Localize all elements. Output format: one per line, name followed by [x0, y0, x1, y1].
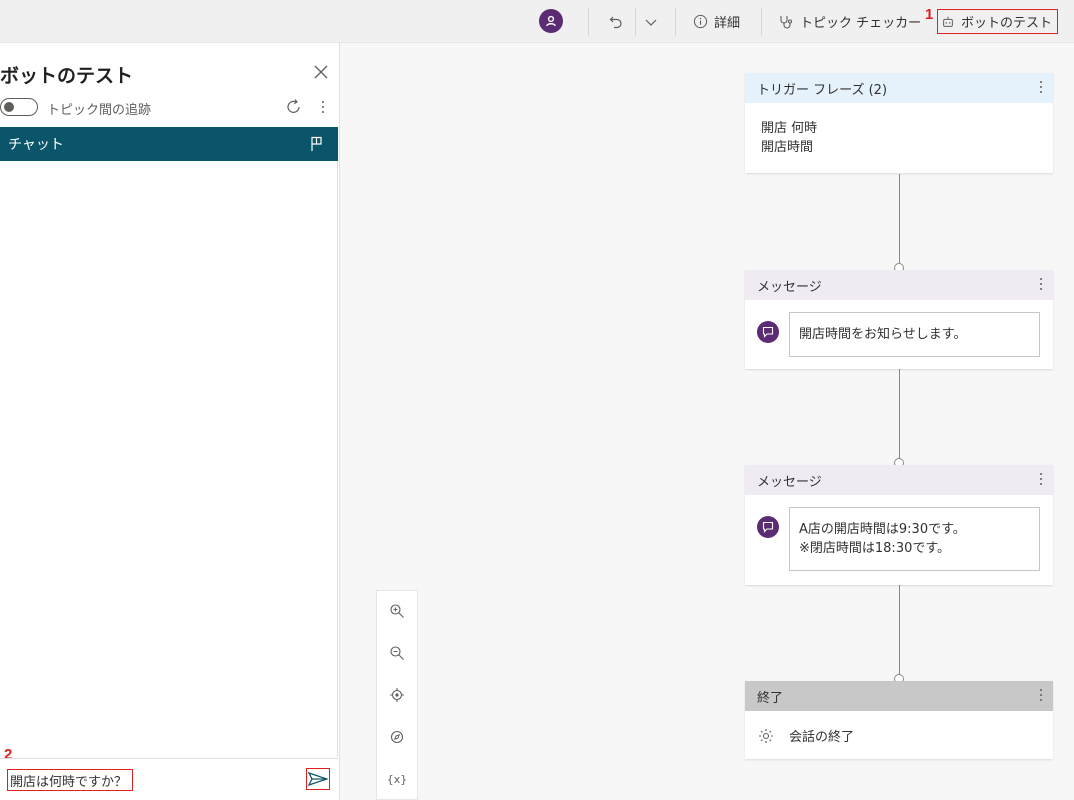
toggle-knob: [4, 102, 14, 112]
message-text-line: 開店時間をお知らせします。: [799, 327, 967, 342]
connector-line: [899, 585, 900, 679]
chat-message-input[interactable]: [7, 769, 133, 791]
trigger-phrases-node[interactable]: トリガー フレーズ (2) 開店 何時 開店時間: [745, 73, 1053, 173]
flag-icon[interactable]: [310, 136, 324, 152]
details-label: 詳細: [714, 16, 741, 31]
message-node-title: メッセージ: [757, 474, 822, 490]
chat-bubble-icon: [757, 321, 779, 343]
test-bot-label: ボットのテスト: [961, 16, 1053, 31]
top-toolbar: 詳細 トピック チェッカー 1 ボットのテスト: [0, 0, 1074, 43]
toolbar-divider: [761, 8, 762, 36]
info-icon: [693, 14, 708, 29]
message-node-title: メッセージ: [757, 279, 822, 295]
end-node-action: 会話の終了: [757, 726, 854, 745]
end-node-header: 終了: [745, 681, 1053, 711]
undo-dropdown-button[interactable]: [644, 0, 658, 43]
zoom-in-button[interactable]: [377, 591, 417, 631]
chat-tab-label: チャット: [8, 137, 64, 153]
zoom-out-button[interactable]: [377, 633, 417, 673]
user-avatar[interactable]: [539, 9, 563, 33]
more-options-icon[interactable]: [318, 99, 328, 115]
send-button[interactable]: [306, 768, 330, 790]
toolbar-divider: [675, 8, 676, 36]
message-node-header: メッセージ: [745, 465, 1053, 495]
connector-line: [899, 369, 900, 463]
chat-bubble-icon: [757, 516, 779, 538]
stethoscope-icon: [780, 15, 793, 28]
test-bot-button[interactable]: ボットのテスト: [941, 0, 1052, 43]
send-icon: [308, 772, 328, 786]
message-node[interactable]: メッセージ 開店時間をお知らせします。: [745, 270, 1053, 369]
target-icon: [390, 688, 404, 702]
canvas-zoom-controls: {x}: [376, 590, 418, 800]
compass-icon: [390, 730, 404, 744]
chevron-down-icon: [645, 19, 657, 26]
message-node[interactable]: メッセージ A店の開店時間は9:30です。 ※閉店時間は18:30です。: [745, 465, 1053, 585]
gear-icon: [759, 728, 773, 743]
message-text-line: A店の開店時間は9:30です。: [799, 522, 966, 537]
message-text-box[interactable]: 開店時間をお知らせします。: [789, 312, 1040, 357]
zoom-out-icon: [390, 646, 404, 660]
panel-title: ボットのテスト: [0, 65, 134, 87]
bot-icon: [943, 16, 953, 27]
message-text-line: ※閉店時間は18:30です。: [799, 541, 951, 556]
test-bot-panel: ボットのテスト トピック間の追跡 チャット 2 3: [0, 43, 340, 800]
person-icon: [546, 15, 556, 27]
trigger-phrase: 開店 何時: [761, 121, 818, 136]
chat-tab-header: チャット: [0, 127, 338, 161]
chat-bubble-glyph: [762, 521, 774, 533]
trigger-phrase: 開店時間: [761, 140, 814, 155]
message-text-box[interactable]: A店の開店時間は9:30です。 ※閉店時間は18:30です。: [789, 507, 1040, 571]
topic-checker-button[interactable]: トピック チェッカー: [778, 0, 921, 43]
trigger-node-header: トリガー フレーズ (2): [745, 73, 1053, 103]
recenter-button[interactable]: [377, 675, 417, 715]
zoom-in-icon: [390, 604, 404, 618]
end-node-action-label: 会話の終了: [789, 730, 855, 745]
chat-transcript: [0, 161, 338, 757]
end-node-title: 終了: [757, 690, 784, 706]
chat-bubble-glyph: [762, 326, 774, 338]
trigger-node-title: トリガー フレーズ (2): [757, 82, 888, 98]
message-node-header: メッセージ: [745, 270, 1053, 300]
undo-icon: [609, 16, 622, 28]
topic-checker-label: トピック チェッカー: [800, 16, 922, 31]
annotation-number-1: 1: [925, 6, 934, 23]
variables-label: {x}: [386, 772, 408, 786]
node-menu-icon[interactable]: [1039, 688, 1043, 702]
close-icon[interactable]: [312, 63, 330, 81]
fit-view-button[interactable]: [377, 717, 417, 757]
toolbar-divider: [635, 8, 636, 36]
chat-input-row: [0, 758, 338, 800]
undo-button[interactable]: [608, 0, 624, 43]
node-menu-icon[interactable]: [1039, 472, 1043, 486]
details-button[interactable]: 詳細: [693, 0, 740, 43]
variables-button[interactable]: {x}: [377, 759, 417, 799]
connector-line: [899, 174, 900, 268]
end-conversation-node[interactable]: 終了 会話の終了: [745, 681, 1053, 759]
track-topics-toggle[interactable]: [0, 98, 38, 116]
refresh-icon[interactable]: [285, 98, 303, 116]
toolbar-divider: [588, 8, 589, 36]
track-topics-label: トピック間の追跡: [47, 103, 152, 118]
node-menu-icon[interactable]: [1039, 80, 1043, 94]
node-menu-icon[interactable]: [1039, 277, 1043, 291]
